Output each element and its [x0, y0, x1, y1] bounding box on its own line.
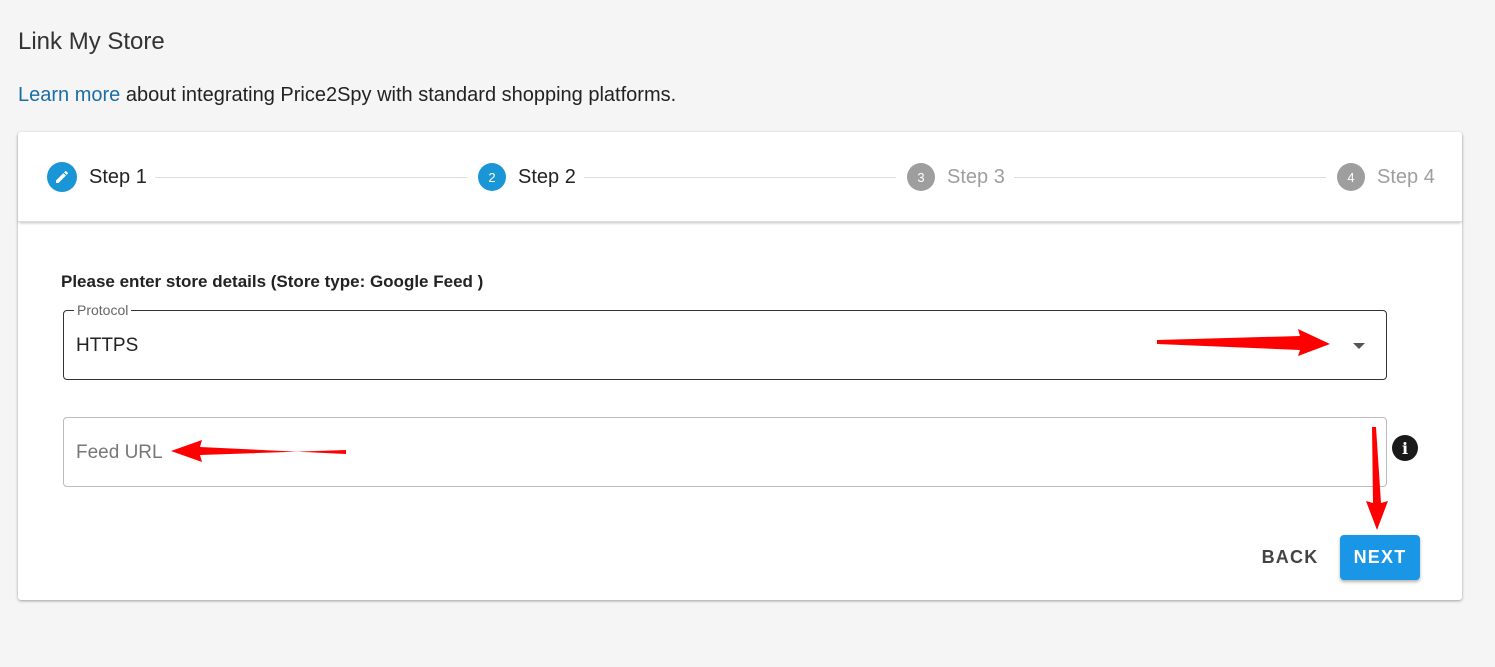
- step-1[interactable]: Step 1: [47, 162, 147, 192]
- step-3-label: Step 3: [947, 165, 1005, 188]
- intro-text: Learn more about integrating Price2Spy w…: [18, 84, 676, 107]
- pencil-icon: [47, 162, 77, 192]
- feed-url-placeholder: Feed URL: [76, 442, 163, 463]
- step-2-label: Step 2: [518, 165, 576, 188]
- intro-description: about integrating Price2Spy with standar…: [120, 84, 677, 106]
- step-2[interactable]: 2 Step 2: [478, 163, 576, 191]
- step-connector: [155, 177, 467, 178]
- protocol-select[interactable]: Protocol HTTPS: [63, 302, 1387, 380]
- back-button[interactable]: BACK: [1248, 535, 1332, 580]
- form-heading: Please enter store details (Store type: …: [61, 272, 484, 291]
- learn-more-link[interactable]: Learn more: [18, 84, 120, 106]
- protocol-label: Protocol: [74, 302, 132, 318]
- step-4-label: Step 4: [1377, 165, 1435, 188]
- step-3: 3 Step 3: [907, 163, 1005, 191]
- step-connector: [1014, 177, 1326, 178]
- step-4-number: 4: [1337, 163, 1365, 191]
- step-3-number: 3: [907, 163, 935, 191]
- step-2-number: 2: [478, 163, 506, 191]
- stepper: Step 1 2 Step 2 3 Step 3 4 Step 4: [18, 132, 1462, 222]
- chevron-down-icon[interactable]: [1353, 343, 1365, 349]
- step-4: 4 Step 4: [1337, 163, 1435, 191]
- step-1-label: Step 1: [89, 165, 147, 188]
- page-title: Link My Store: [18, 28, 165, 55]
- link-store-card: Step 1 2 Step 2 3 Step 3 4 Step 4 Please…: [18, 132, 1462, 600]
- protocol-value: HTTPS: [76, 335, 139, 356]
- next-button[interactable]: NEXT: [1340, 535, 1420, 580]
- info-icon[interactable]: i: [1392, 435, 1418, 461]
- feed-url-input[interactable]: Feed URL: [63, 417, 1387, 487]
- step-connector: [584, 177, 896, 178]
